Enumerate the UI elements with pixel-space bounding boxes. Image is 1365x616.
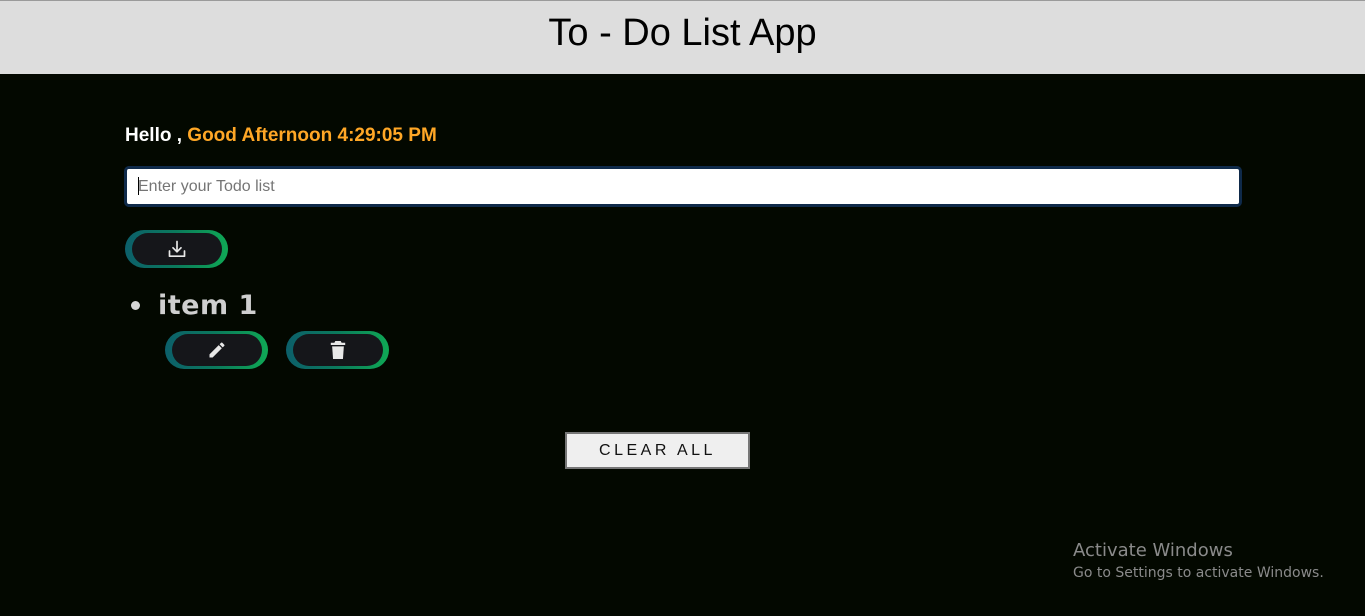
app-header: To - Do List App [0,0,1365,74]
add-todo-button[interactable] [125,230,228,268]
todo-item-text: item 1 [158,290,258,321]
trash-icon [329,340,347,360]
app-title: To - Do List App [548,12,817,54]
list-bullet [131,301,140,310]
windows-activation-watermark: Activate Windows Go to Settings to activ… [1073,540,1324,584]
watermark-subtitle: Go to Settings to activate Windows. [1073,565,1324,581]
download-icon [167,239,187,259]
clear-all-button[interactable]: CLEAR ALL [565,432,750,469]
pencil-icon [207,340,227,360]
greeting-hello: Hello , [125,125,183,146]
todo-list: item 1 [131,290,258,321]
delete-item-button[interactable] [286,331,389,369]
greeting: Hello , Good Afternoon 4:29:05 PM [125,125,437,147]
greeting-time: Good Afternoon 4:29:05 PM [187,125,437,146]
todo-input[interactable] [124,166,1242,207]
text-cursor [138,177,139,195]
watermark-title: Activate Windows [1073,540,1233,561]
edit-item-button[interactable] [165,331,268,369]
